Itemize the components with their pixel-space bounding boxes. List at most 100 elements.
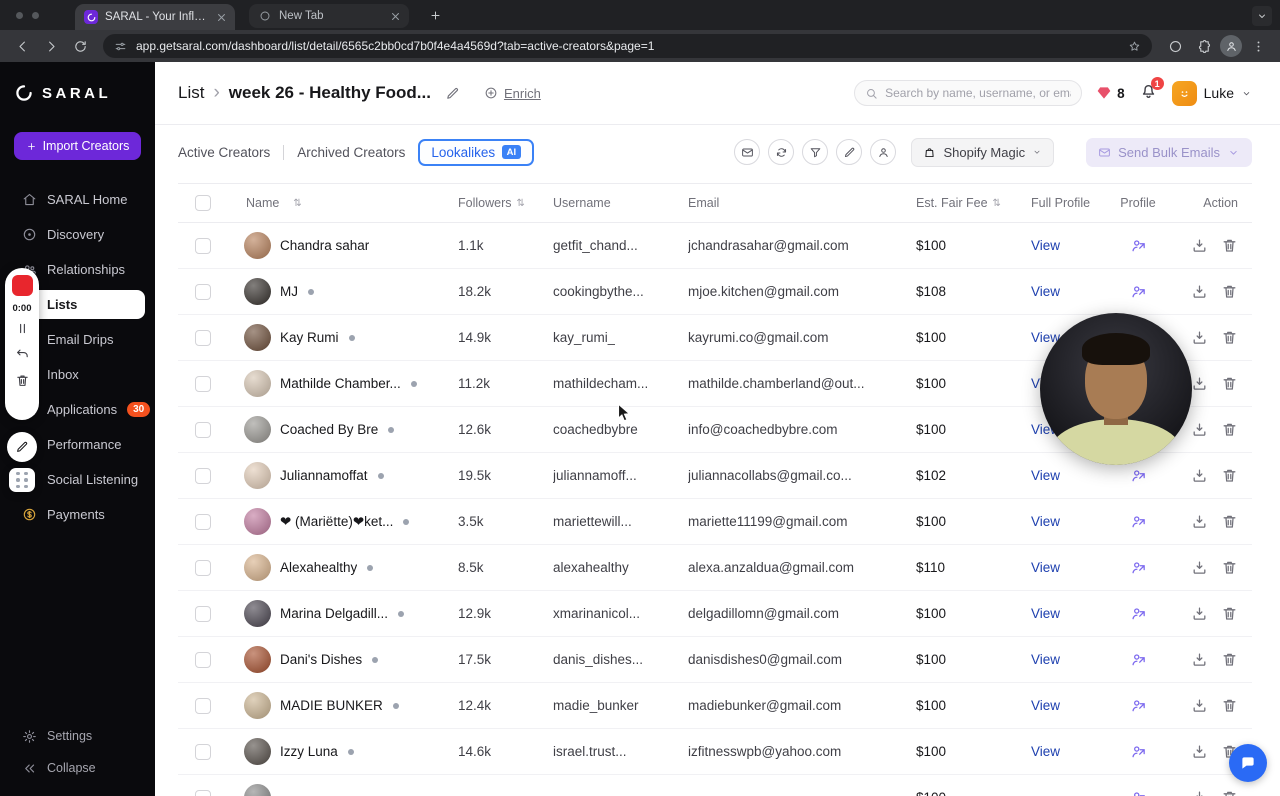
delete-row-icon[interactable] <box>1221 789 1238 796</box>
edit-action-button[interactable] <box>836 139 863 165</box>
row-checkbox[interactable] <box>195 467 211 484</box>
reload-button[interactable] <box>67 33 93 59</box>
shopify-magic-button[interactable]: Shopify Magic <box>911 137 1055 167</box>
delete-row-icon[interactable] <box>1221 467 1238 484</box>
row-checkbox[interactable] <box>195 651 211 668</box>
credits-indicator[interactable]: 8 <box>1096 85 1125 101</box>
sidebar-item-settings[interactable]: Settings <box>0 720 155 752</box>
delete-row-icon[interactable] <box>1221 421 1238 438</box>
view-profile-link[interactable]: View <box>1031 744 1060 759</box>
stop-recording-button[interactable] <box>11 275 33 296</box>
sort-icon[interactable]: ⇅ <box>293 198 301 209</box>
send-bulk-emails-button[interactable]: Send Bulk Emails <box>1086 137 1252 167</box>
pause-recording-icon[interactable] <box>15 321 30 336</box>
email-action-button[interactable] <box>734 139 761 165</box>
column-header-fee[interactable]: Est. Fair Fee <box>916 196 988 210</box>
window-control-dot[interactable] <box>32 12 39 19</box>
tab-active-creators[interactable]: Active Creators <box>178 145 270 160</box>
export-row-icon[interactable] <box>1191 375 1208 392</box>
import-creators-button[interactable]: Import Creators <box>14 132 141 160</box>
export-row-icon[interactable] <box>1191 329 1208 346</box>
filter-action-button[interactable] <box>802 139 829 165</box>
export-row-icon[interactable] <box>1191 237 1208 254</box>
export-row-icon[interactable] <box>1191 467 1208 484</box>
view-profile-link[interactable]: View <box>1031 606 1060 621</box>
breadcrumb-list-link[interactable]: List <box>178 83 204 103</box>
column-header-followers[interactable]: Followers <box>458 196 512 210</box>
row-checkbox[interactable] <box>195 513 211 530</box>
forward-button[interactable] <box>38 33 64 59</box>
browser-tab-saral[interactable]: SARAL - Your Influencer Assi <box>75 4 235 30</box>
export-row-icon[interactable] <box>1191 283 1208 300</box>
profile-link-icon[interactable] <box>1130 743 1147 760</box>
view-profile-link[interactable]: View <box>1031 698 1060 713</box>
browser-profile-button[interactable] <box>1220 35 1242 57</box>
extensions-button[interactable] <box>1191 33 1217 59</box>
export-row-icon[interactable] <box>1191 697 1208 714</box>
row-checkbox[interactable] <box>195 329 211 346</box>
view-profile-link[interactable]: View <box>1031 238 1060 253</box>
webcam-bubble[interactable] <box>1040 313 1192 465</box>
profile-link-icon[interactable] <box>1130 283 1147 300</box>
view-profile-link[interactable]: View <box>1031 652 1060 667</box>
search-input[interactable] <box>885 86 1072 100</box>
row-checkbox[interactable] <box>195 697 211 714</box>
annotate-pen-button[interactable] <box>7 432 37 462</box>
tab-list-menu-button[interactable] <box>1252 6 1272 26</box>
sort-icon[interactable]: ⇅ <box>993 198 1001 209</box>
recorder-drag-handle[interactable] <box>9 468 35 492</box>
delete-row-icon[interactable] <box>1221 237 1238 254</box>
browser-menu-button[interactable] <box>1245 33 1271 59</box>
delete-row-icon[interactable] <box>1221 651 1238 668</box>
delete-row-icon[interactable] <box>1221 697 1238 714</box>
notifications-button[interactable]: 1 <box>1139 77 1164 105</box>
assign-action-button[interactable] <box>870 139 897 165</box>
select-all-checkbox[interactable] <box>195 195 211 211</box>
profile-link-icon[interactable] <box>1130 789 1147 796</box>
bookmark-star-icon[interactable] <box>1128 40 1141 53</box>
column-header-name[interactable]: Name <box>246 196 279 210</box>
search-box[interactable] <box>854 80 1083 106</box>
extension-loom-button[interactable] <box>1162 33 1188 59</box>
row-checkbox[interactable] <box>195 283 211 300</box>
site-settings-icon[interactable] <box>114 40 127 53</box>
profile-link-icon[interactable] <box>1130 697 1147 714</box>
profile-link-icon[interactable] <box>1130 513 1147 530</box>
profile-link-icon[interactable] <box>1130 467 1147 484</box>
delete-row-icon[interactable] <box>1221 283 1238 300</box>
row-checkbox[interactable] <box>195 789 211 796</box>
new-tab-button[interactable] <box>423 3 447 27</box>
row-checkbox[interactable] <box>195 559 211 576</box>
row-checkbox[interactable] <box>195 743 211 760</box>
sync-action-button[interactable] <box>768 139 795 165</box>
export-row-icon[interactable] <box>1191 605 1208 622</box>
view-profile-link[interactable]: View <box>1031 560 1060 575</box>
delete-row-icon[interactable] <box>1221 375 1238 392</box>
export-row-icon[interactable] <box>1191 559 1208 576</box>
cancel-recording-icon[interactable] <box>15 373 30 388</box>
export-row-icon[interactable] <box>1191 421 1208 438</box>
chat-launcher-button[interactable] <box>1229 744 1267 782</box>
tab-close-icon[interactable] <box>389 10 402 23</box>
delete-row-icon[interactable] <box>1221 605 1238 622</box>
export-row-icon[interactable] <box>1191 743 1208 760</box>
sort-icon[interactable]: ⇅ <box>517 198 525 209</box>
delete-row-icon[interactable] <box>1221 513 1238 530</box>
sidebar-collapse-button[interactable]: Collapse <box>0 752 155 784</box>
export-row-icon[interactable] <box>1191 789 1208 796</box>
back-button[interactable] <box>9 33 35 59</box>
address-bar[interactable]: app.getsaral.com/dashboard/list/detail/6… <box>103 34 1152 58</box>
profile-link-icon[interactable] <box>1130 605 1147 622</box>
row-checkbox[interactable] <box>195 605 211 622</box>
row-checkbox[interactable] <box>195 421 211 438</box>
sidebar-item-payments[interactable]: Payments <box>0 497 155 532</box>
export-row-icon[interactable] <box>1191 513 1208 530</box>
delete-row-icon[interactable] <box>1221 559 1238 576</box>
window-control-dot[interactable] <box>16 12 23 19</box>
view-profile-link[interactable]: View <box>1031 284 1060 299</box>
view-profile-link[interactable]: View <box>1031 514 1060 529</box>
profile-link-icon[interactable] <box>1130 651 1147 668</box>
user-menu[interactable]: Luke <box>1171 80 1252 106</box>
restart-recording-icon[interactable] <box>15 347 30 362</box>
delete-row-icon[interactable] <box>1221 329 1238 346</box>
